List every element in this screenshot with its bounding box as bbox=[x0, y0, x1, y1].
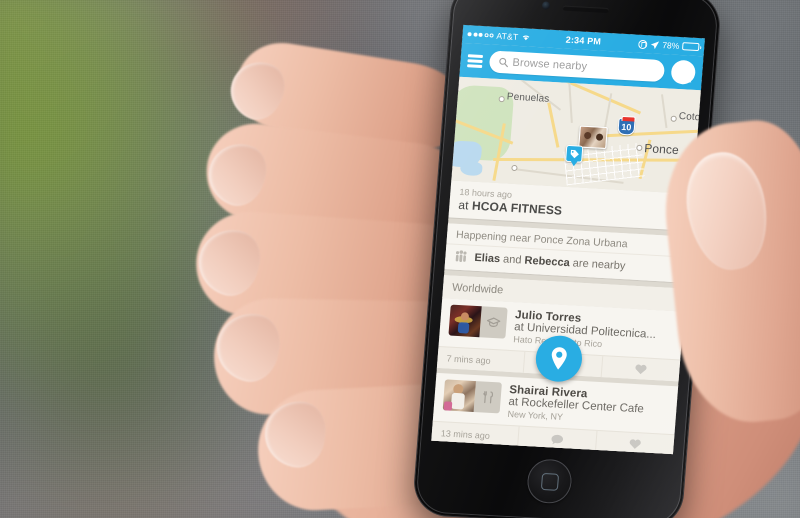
activity-feed[interactable]: 18 hours ago at HCOA FITNESS Happening n… bbox=[431, 180, 693, 455]
wifi-icon bbox=[521, 33, 531, 41]
post-time-cell: 13 mins ago bbox=[431, 422, 518, 448]
nearby-people-text: Elias and Rebecca are nearby bbox=[474, 251, 626, 271]
post-time-ago: 13 mins ago bbox=[440, 427, 491, 441]
earpiece-speaker bbox=[562, 5, 609, 14]
feed-post[interactable]: Shairai Rivera at Rockefeller Center Caf… bbox=[431, 373, 679, 455]
post-thumbnails[interactable] bbox=[442, 379, 502, 414]
search-placeholder: Browse nearby bbox=[512, 56, 588, 73]
home-button[interactable] bbox=[525, 458, 574, 505]
photo-person bbox=[583, 131, 592, 140]
front-camera bbox=[541, 1, 551, 10]
signal-strength-dots bbox=[467, 32, 493, 37]
battery-icon bbox=[681, 42, 700, 52]
signal-dot bbox=[472, 32, 478, 37]
post-text: Shairai Rivera at Rockefeller Center Caf… bbox=[507, 383, 669, 428]
map-label-penuelas: Penuelas bbox=[506, 91, 550, 105]
map-poi-dot bbox=[671, 116, 676, 121]
photo-detail bbox=[450, 392, 465, 410]
smartphone-device: AT&T 2:34 PM 78% Browse nearby Penuelas … bbox=[412, 0, 722, 518]
screenshot-stage: AT&T 2:34 PM 78% Browse nearby Penuelas … bbox=[0, 0, 800, 518]
nearby-person-one: Elias bbox=[474, 251, 501, 265]
map-road-minor bbox=[660, 94, 667, 129]
fork-knife-icon bbox=[483, 391, 494, 404]
user-photo-thumbnail[interactable] bbox=[442, 379, 476, 413]
heart-icon bbox=[629, 439, 641, 449]
signal-dot bbox=[478, 32, 483, 37]
home-button-square bbox=[540, 472, 559, 491]
post-comment-button[interactable] bbox=[516, 426, 597, 452]
people-group-icon bbox=[455, 250, 467, 263]
signal-dot bbox=[489, 33, 493, 37]
status-bar-right: 78% bbox=[638, 39, 700, 52]
heart-icon bbox=[635, 364, 647, 374]
photo-person bbox=[595, 133, 604, 141]
user-photo-thumbnail[interactable] bbox=[448, 304, 482, 338]
post-category-badge bbox=[473, 381, 502, 414]
map-pin-icon bbox=[551, 347, 567, 370]
map-label-ponce: Ponce bbox=[643, 141, 680, 158]
graduation-cap-icon bbox=[486, 317, 501, 328]
highway-shield-icon: 10 bbox=[617, 117, 636, 136]
hamburger-menu-icon[interactable] bbox=[467, 53, 484, 68]
nearby-conjunction: and bbox=[499, 252, 526, 267]
nearby-suffix: are nearby bbox=[569, 256, 626, 272]
photo-detail bbox=[443, 401, 453, 411]
battery-percent-label: 78% bbox=[661, 40, 680, 51]
post-like-button[interactable] bbox=[600, 356, 681, 382]
chat-bubble-icon[interactable] bbox=[670, 59, 697, 85]
map-view[interactable]: Penuelas Ponce Coto 10 bbox=[451, 76, 701, 194]
comment-bubble-icon bbox=[551, 434, 564, 444]
map-road-minor bbox=[568, 83, 573, 123]
post-like-button[interactable] bbox=[594, 431, 675, 455]
signal-dot bbox=[467, 32, 472, 37]
search-icon bbox=[499, 57, 508, 68]
rotation-lock-icon bbox=[638, 39, 648, 48]
phone-screen: AT&T 2:34 PM 78% Browse nearby Penuelas … bbox=[431, 24, 705, 455]
photo-detail bbox=[457, 322, 470, 334]
post-time-ago: 7 mins ago bbox=[446, 353, 492, 366]
tag-pin-icon[interactable] bbox=[565, 144, 584, 163]
checkin-prefix: at bbox=[457, 198, 473, 213]
nearby-person-two: Rebecca bbox=[524, 254, 571, 269]
nearby-card[interactable]: Happening near Ponce Zona Urbana Elias a… bbox=[444, 223, 690, 283]
post-category-badge bbox=[479, 306, 508, 339]
status-bar-left: AT&T bbox=[467, 29, 531, 42]
post-text: Julio Torres at Universidad Politecnica.… bbox=[513, 308, 675, 353]
map-label-coto: Coto bbox=[678, 111, 701, 124]
map-photo-thumbnail[interactable] bbox=[578, 125, 608, 150]
map-water-area bbox=[459, 160, 483, 177]
carrier-label: AT&T bbox=[496, 30, 519, 42]
search-input[interactable]: Browse nearby bbox=[488, 50, 666, 83]
post-thumbnails[interactable] bbox=[448, 304, 508, 339]
signal-dot bbox=[484, 33, 488, 37]
post-time-cell: 7 mins ago bbox=[437, 347, 524, 373]
location-arrow-icon bbox=[650, 40, 660, 49]
